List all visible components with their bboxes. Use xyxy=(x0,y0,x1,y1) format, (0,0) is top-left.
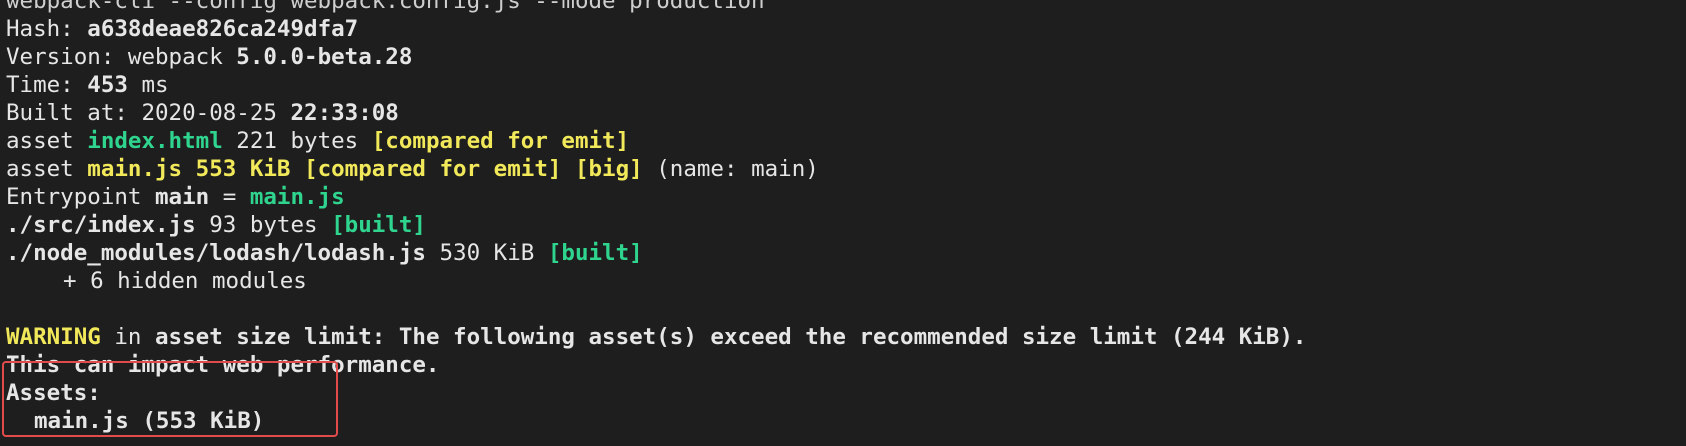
entrypoint-name: main xyxy=(155,184,210,210)
module-line: ./node_modules/lodash/lodash.js 530 KiB … xyxy=(6,239,1686,267)
asset-prefix: asset xyxy=(6,156,88,182)
time-unit: ms xyxy=(127,72,169,98)
built-at-date: 2020-08-25 xyxy=(141,100,291,126)
asset-tag: [compared for emit] xyxy=(290,156,562,182)
asset-size: 221 bytes xyxy=(222,128,372,154)
hidden-modules-line: + 6 hidden modules xyxy=(6,267,1686,295)
command-line-partial: webpack-cli --config webpack.config.js -… xyxy=(6,0,1686,15)
asset-chunk-name: (name: main) xyxy=(642,156,819,182)
highlight-box xyxy=(2,361,338,437)
built-at-time: 22:33:08 xyxy=(290,100,399,126)
asset-tag: [compared for emit] xyxy=(371,128,630,154)
asset-prefix: asset xyxy=(6,128,88,154)
asset-line-index-html: asset index.html 221 bytes [compared for… xyxy=(6,127,1686,155)
module-tag: [built] xyxy=(547,240,643,266)
version-label: Version: webpack xyxy=(6,44,237,70)
warning-message: asset size limit: The following asset(s)… xyxy=(155,324,1307,350)
hash-line: Hash: a638deae826ca249dfa7 xyxy=(6,15,1686,43)
warning-in: in xyxy=(100,324,156,350)
entrypoint-file: main.js xyxy=(249,184,345,210)
warning-line: WARNING in asset size limit: The followi… xyxy=(6,323,1686,351)
module-size: 530 KiB xyxy=(425,240,548,266)
built-at-label: Built at: xyxy=(6,100,142,126)
module-tag: [built] xyxy=(331,212,426,238)
version-value: 5.0.0-beta.28 xyxy=(236,44,413,70)
module-line: ./src/index.js 93 bytes [built] xyxy=(6,211,1686,239)
asset-line-main-js: asset main.js 553 KiB [compared for emit… xyxy=(6,155,1686,183)
entrypoint-label: Entrypoint xyxy=(6,184,156,210)
warning-label: WARNING xyxy=(6,324,101,350)
asset-big-tag: [big] xyxy=(561,156,643,182)
hash-value: a638deae826ca249dfa7 xyxy=(87,16,359,42)
hash-label: Hash: xyxy=(6,16,88,42)
command-text: webpack-cli --config webpack.config.js -… xyxy=(6,0,765,14)
asset-name: main.js xyxy=(87,156,183,182)
built-at-line: Built at: 2020-08-25 22:33:08 xyxy=(6,99,1686,127)
time-line: Time: 453 ms xyxy=(6,71,1686,99)
module-path: ./src/index.js xyxy=(6,212,196,238)
module-size: 93 bytes xyxy=(195,212,332,238)
hidden-modules-text: + 6 hidden modules xyxy=(63,268,307,294)
entrypoint-eq: = xyxy=(209,184,250,210)
time-value: 453 xyxy=(87,72,128,98)
module-path: ./node_modules/lodash/lodash.js xyxy=(6,240,426,266)
entrypoint-line: Entrypoint main = main.js xyxy=(6,183,1686,211)
asset-size: 553 KiB xyxy=(182,156,291,182)
version-line: Version: webpack 5.0.0-beta.28 xyxy=(6,43,1686,71)
asset-name: index.html xyxy=(87,128,223,154)
time-label: Time: xyxy=(6,72,88,98)
